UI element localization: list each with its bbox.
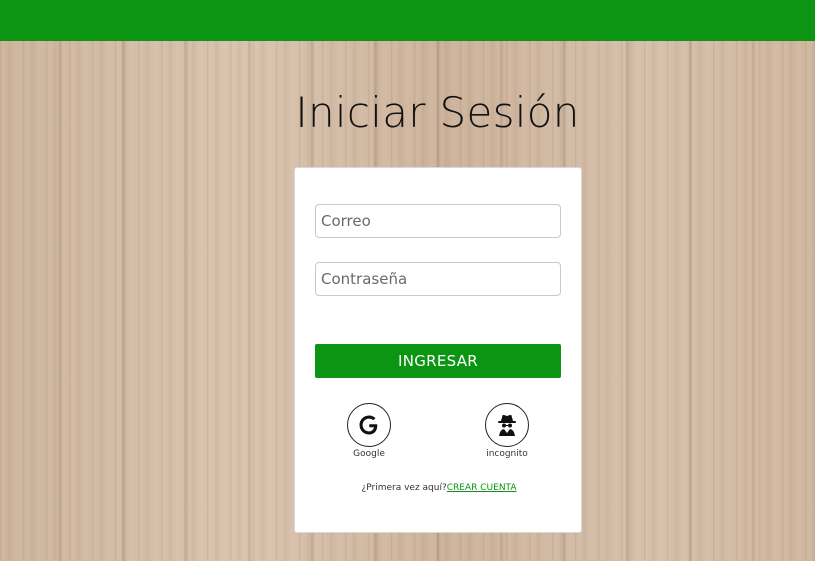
page-title: Iniciar Sesión — [295, 88, 580, 137]
signup-prompt-text: ¿Primera vez aquí? — [361, 483, 447, 493]
signup-prompt: ¿Primera vez aquí?CREAR CUENTA — [295, 483, 583, 493]
google-icon[interactable] — [347, 403, 391, 447]
top-navbar — [0, 0, 815, 41]
login-card: INGRESAR Google incognito ¿Primera vez a… — [294, 167, 582, 533]
login-button[interactable]: INGRESAR — [315, 344, 561, 378]
incognito-login-button[interactable]: incognito — [467, 403, 547, 459]
create-account-link[interactable]: CREAR CUENTA — [447, 483, 517, 493]
google-login-button[interactable]: Google — [329, 403, 409, 459]
incognito-icon[interactable] — [485, 403, 529, 447]
google-label: Google — [353, 449, 385, 459]
password-field[interactable] — [315, 262, 561, 296]
incognito-label: incognito — [486, 449, 528, 459]
email-field[interactable] — [315, 204, 561, 238]
